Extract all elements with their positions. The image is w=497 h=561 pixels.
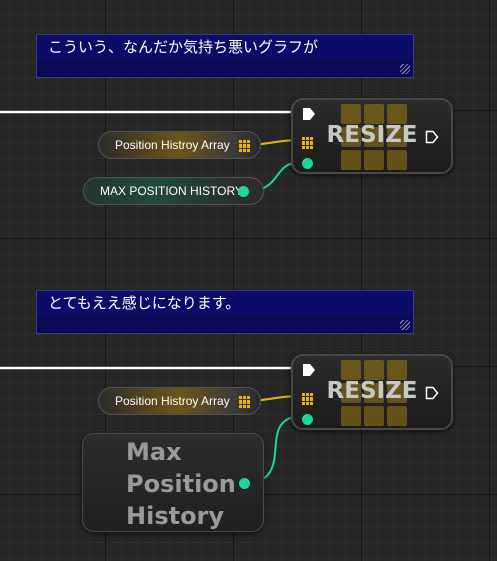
resize-node-2[interactable]: RESIZE xyxy=(291,354,453,430)
big-label-line-3: History xyxy=(126,502,225,530)
int-in-pin-icon[interactable] xyxy=(302,414,313,425)
position-history-array-node[interactable]: Position Histroy Array xyxy=(98,131,261,159)
exec-out-pin-icon[interactable] xyxy=(425,386,439,400)
array-in-pin-icon[interactable] xyxy=(302,393,314,405)
exec-out-pin-icon[interactable] xyxy=(425,130,439,144)
array-in-pin-icon[interactable] xyxy=(302,137,314,149)
resize-grip-icon[interactable] xyxy=(400,64,410,74)
comment-box-1[interactable]: こういう、なんだか気持ち悪いグラフが xyxy=(36,34,414,78)
comment-title-1: こういう、なんだか気持ち悪いグラフが xyxy=(37,35,413,59)
big-label-line-1: Max xyxy=(126,438,182,466)
variable-label: Position Histroy Array xyxy=(115,394,230,408)
position-history-array-node-2[interactable]: Position Histroy Array xyxy=(98,387,261,415)
comment-box-2[interactable]: とてもええ感じになります。 xyxy=(36,290,414,334)
big-label-line-2: Position xyxy=(126,470,236,498)
exec-in-pin-icon[interactable] xyxy=(302,363,316,377)
resize-grip-icon[interactable] xyxy=(400,320,410,330)
comment-title-2: とてもええ感じになります。 xyxy=(37,291,413,315)
array-out-pin-icon[interactable] xyxy=(239,396,251,408)
variable-label: Position Histroy Array xyxy=(115,138,230,152)
blueprint-graph: { "comments": [ {"text": "こういう、なんだか気持ち悪い… xyxy=(0,0,497,561)
max-position-history-node[interactable]: MAX POSITION HISTORY xyxy=(83,177,264,205)
array-out-pin-icon[interactable] xyxy=(239,140,251,152)
exec-in-pin-icon[interactable] xyxy=(302,107,316,121)
max-position-history-big-node[interactable]: Max Position History xyxy=(82,433,264,532)
variable-label: MAX POSITION HISTORY xyxy=(100,184,243,198)
int-out-pin-icon[interactable] xyxy=(238,186,249,197)
resize-node-1[interactable]: RESIZE xyxy=(291,98,453,174)
int-in-pin-icon[interactable] xyxy=(302,158,313,169)
int-out-pin-icon[interactable] xyxy=(239,478,250,489)
